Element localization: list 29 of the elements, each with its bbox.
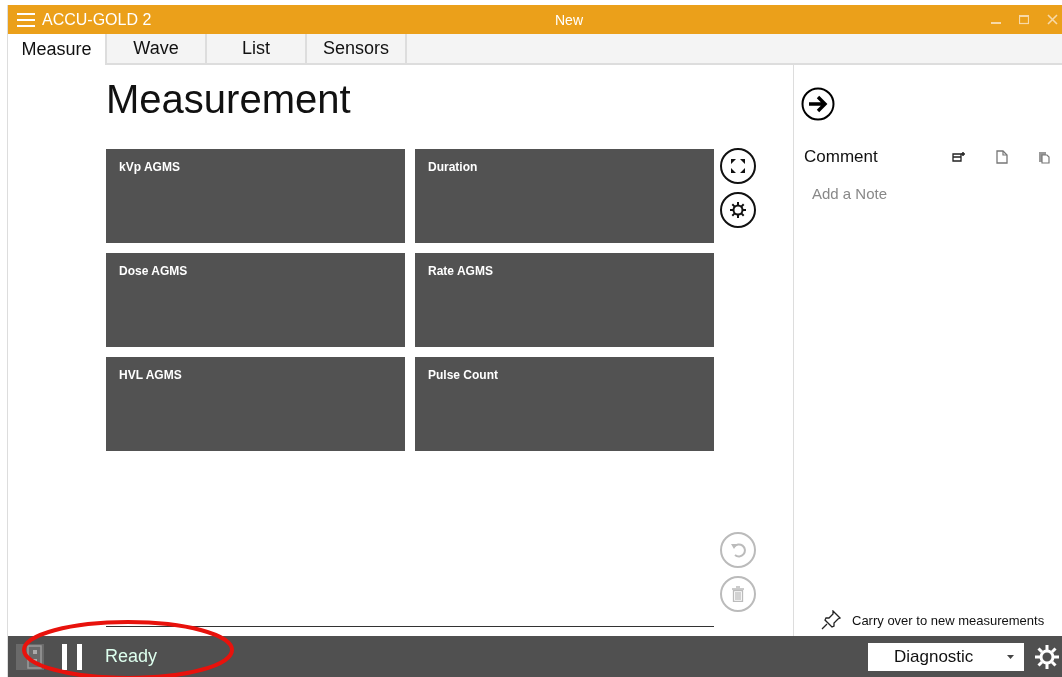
paste-icon[interactable] (1038, 150, 1050, 164)
settings-button[interactable] (720, 192, 756, 228)
settings-icon[interactable] (1034, 643, 1060, 670)
expand-button[interactable] (720, 148, 756, 184)
measurement-tile[interactable]: Dose AGMS (106, 253, 405, 347)
undo-icon (730, 542, 746, 558)
comment-title: Comment (804, 147, 878, 167)
page-heading: Measurement (106, 76, 352, 123)
gear-icon (729, 201, 747, 219)
measurement-tile[interactable]: Duration (415, 149, 714, 243)
carry-over-label: Carry over to new measurements (852, 612, 1045, 628)
mode-dropdown[interactable]: Diagnostic (868, 642, 1024, 671)
measurement-tile[interactable]: Pulse Count (415, 357, 714, 451)
pin-icon[interactable] (821, 610, 841, 630)
pause-icon[interactable] (62, 643, 84, 670)
caret-icon (1007, 654, 1014, 659)
measurement-tile[interactable]: HVL AGMS (106, 357, 405, 451)
next-arrow-button[interactable] (801, 87, 835, 121)
trash-icon (731, 586, 745, 602)
copy-icon[interactable] (996, 150, 1008, 164)
menu-icon[interactable] (17, 12, 35, 27)
measurement-tile[interactable]: kVp AGMS (106, 149, 405, 243)
window-title: New (555, 11, 583, 28)
status-text: Ready (105, 646, 158, 667)
add-note-icon[interactable] (952, 151, 966, 163)
tab[interactable]: Measure (8, 34, 107, 65)
expand-icon (730, 158, 746, 174)
app-name: ACCU-GOLD 2 (42, 10, 152, 29)
measurement-tile[interactable]: Rate AGMS (415, 253, 714, 347)
